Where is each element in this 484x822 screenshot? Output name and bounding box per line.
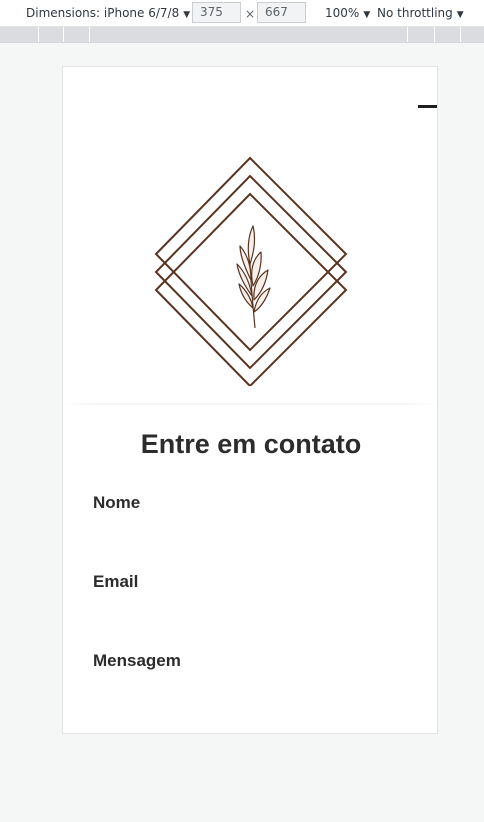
- chevron-down-icon: ▼: [183, 10, 191, 20]
- device-viewport: Entre em contato Nome Email Mensagem: [62, 66, 438, 734]
- throttling-select[interactable]: No throttling ▼: [377, 0, 464, 26]
- media-query-divider: [460, 27, 461, 42]
- device-toolbar: Dimensions: iPhone 6/7/8 ▼ 375 × 667 100%…: [0, 0, 484, 27]
- media-query-divider: [63, 27, 64, 42]
- logo-icon: [154, 156, 348, 386]
- message-textarea[interactable]: [93, 673, 409, 713]
- name-label: Nome: [93, 493, 141, 512]
- viewport-width-input[interactable]: 375: [192, 2, 241, 23]
- chevron-down-icon: ▼: [363, 10, 371, 20]
- media-query-segment[interactable]: [0, 27, 484, 42]
- media-query-divider: [407, 27, 408, 42]
- throttling-label: No throttling: [377, 6, 453, 20]
- email-input[interactable]: [93, 594, 409, 622]
- media-query-bar: [0, 27, 484, 43]
- device-dimensions-label: Dimensions: iPhone 6/7/8: [26, 6, 180, 20]
- times-icon: ×: [245, 7, 256, 21]
- message-label: Mensagem: [93, 651, 181, 670]
- device-dimensions-select[interactable]: Dimensions: iPhone 6/7/8 ▼: [26, 0, 190, 26]
- more-options-icon[interactable]: ⋮: [479, 0, 484, 26]
- zoom-select[interactable]: 100% ▼: [325, 0, 370, 26]
- media-query-divider: [434, 27, 435, 42]
- section-divider: [63, 403, 437, 405]
- viewport-height-input[interactable]: 667: [257, 2, 306, 23]
- media-query-divider: [89, 27, 90, 42]
- menu-icon[interactable]: [418, 105, 437, 108]
- email-label: Email: [93, 572, 139, 591]
- contact-title: Entre em contato: [140, 429, 362, 459]
- media-query-divider: [38, 27, 39, 42]
- chevron-down-icon: ▼: [456, 10, 464, 20]
- name-input[interactable]: [93, 515, 409, 543]
- zoom-label: 100%: [325, 6, 360, 20]
